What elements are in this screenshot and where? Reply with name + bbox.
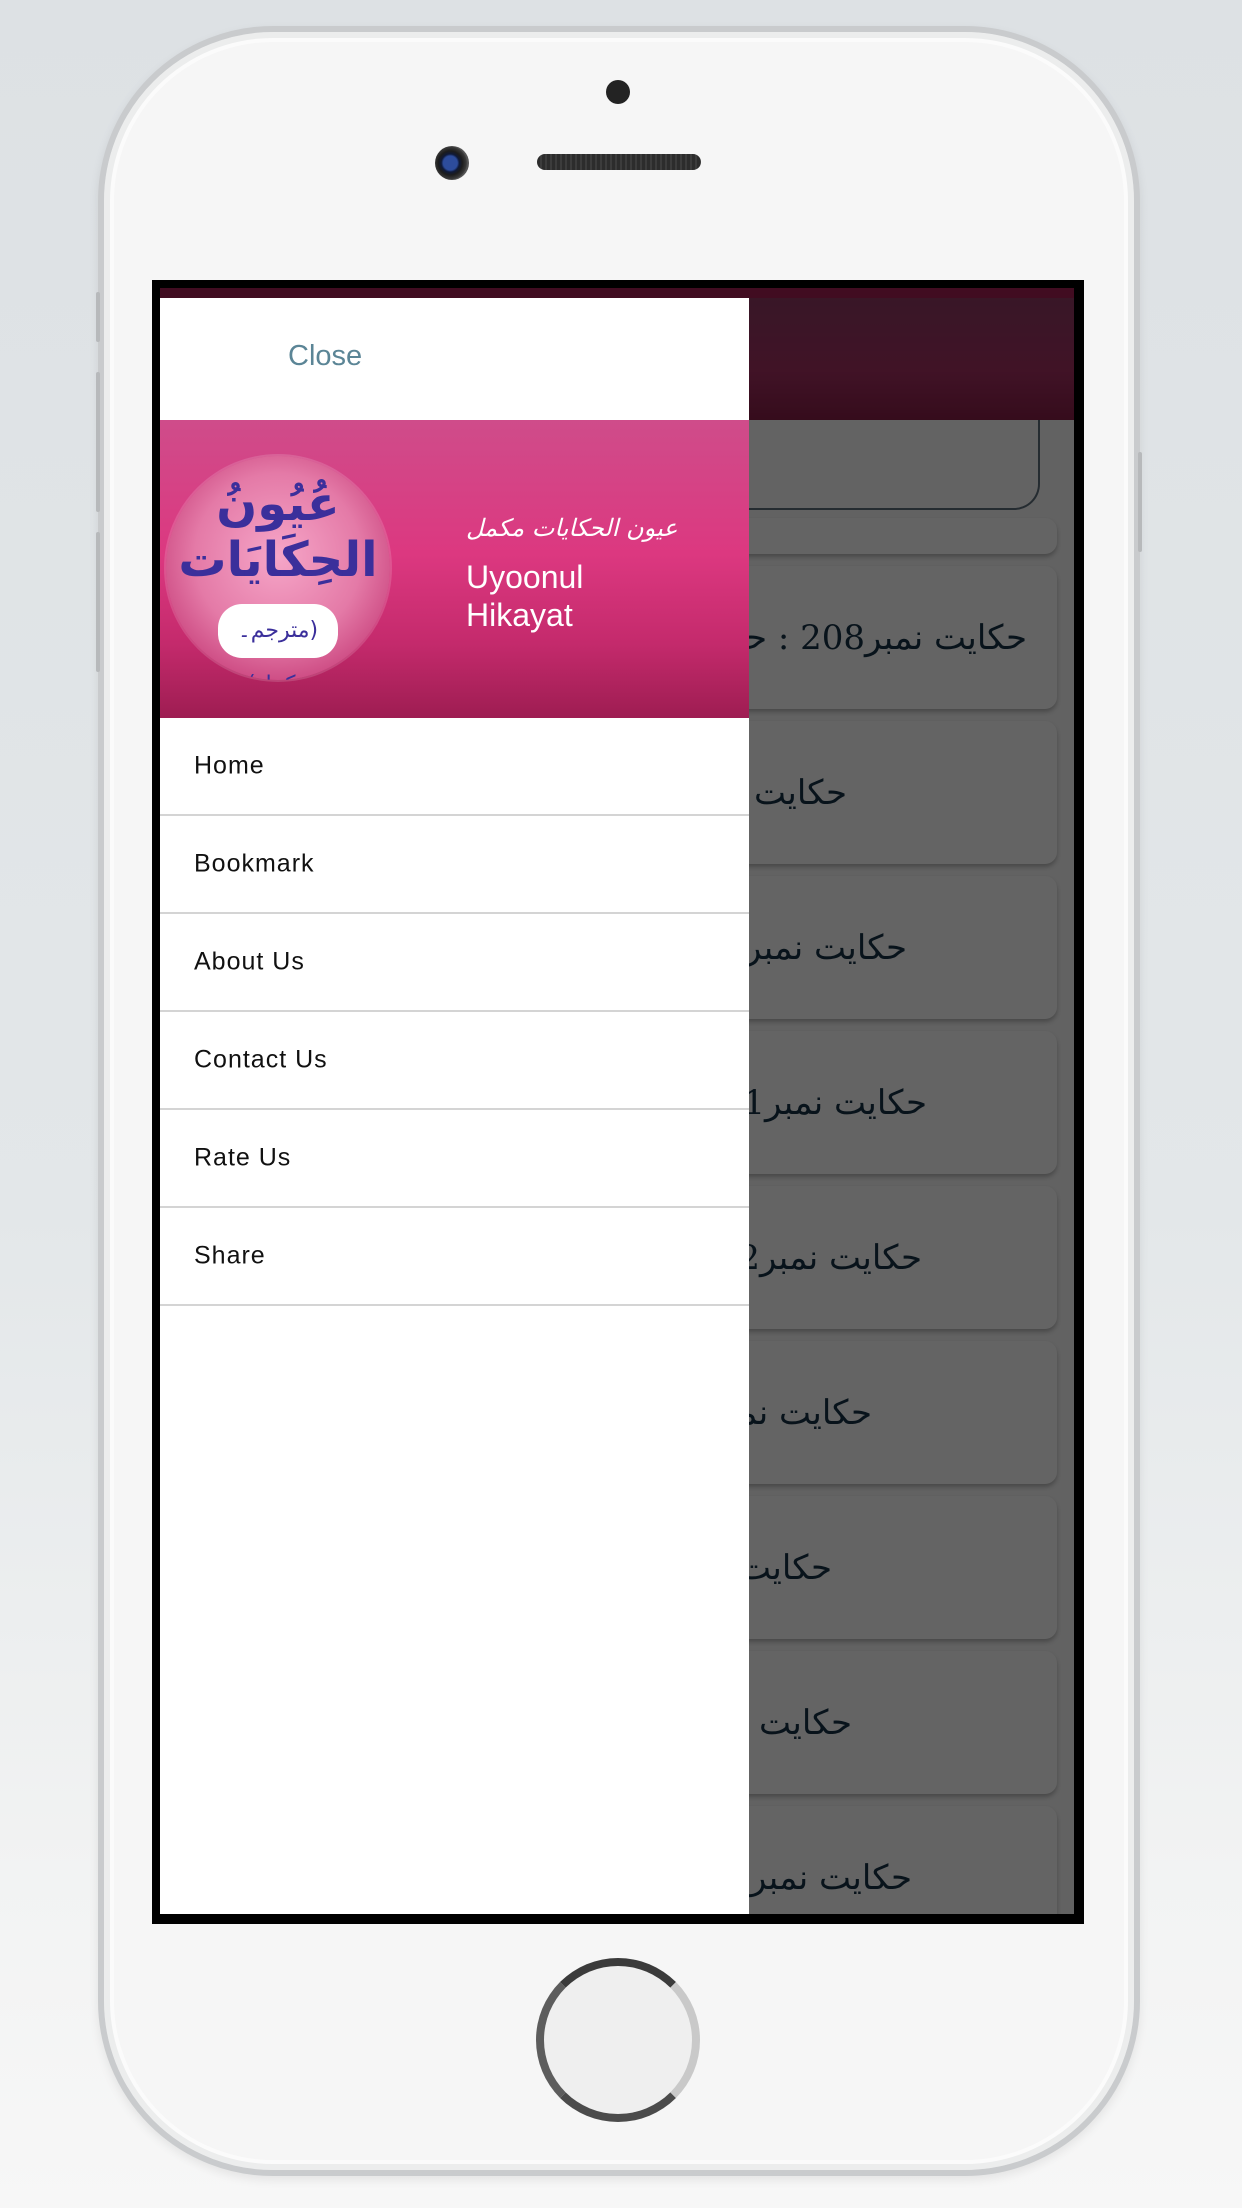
earpiece-speaker — [537, 154, 701, 170]
menu-item-label: About Us — [194, 947, 305, 976]
volume-down-button — [96, 372, 100, 512]
logo-badge: (مترجم۔مکمل) — [218, 604, 338, 680]
menu-item-label: Contact Us — [194, 1045, 328, 1074]
app-name-line2: Hikayat — [466, 597, 573, 633]
side-drawer: Close عُیُونُ الحِکَایَات (مترجم۔مکمل) ع… — [160, 298, 749, 1914]
menu-item-label: Home — [194, 751, 265, 780]
app-name-line1: Uyoonul — [466, 559, 584, 595]
drawer-menu: Home Bookmark About Us Contact Us Rate U… — [160, 718, 749, 1306]
logo-title-line1: عُیُونُ — [216, 476, 340, 532]
app-screen: حکایت نمبر208 : حضرت حکایت نمبر209 حکایت… — [160, 288, 1074, 1914]
menu-item-about-us[interactable]: About Us — [160, 914, 749, 1012]
app-name-urdu: عیون الحکایات مکمل — [466, 514, 678, 542]
menu-item-contact-us[interactable]: Contact Us — [160, 1012, 749, 1110]
app-logo: عُیُونُ الحِکَایَات (مترجم۔مکمل) — [166, 456, 390, 680]
menu-item-home[interactable]: Home — [160, 718, 749, 816]
menu-item-label: Bookmark — [194, 849, 315, 878]
volume-up-button — [96, 292, 100, 342]
close-button[interactable]: Close — [288, 340, 362, 373]
home-button[interactable] — [536, 1958, 700, 2122]
menu-item-label: Rate Us — [194, 1143, 292, 1172]
drawer-header: عُیُونُ الحِکَایَات (مترجم۔مکمل) عیون ال… — [160, 420, 749, 718]
mute-switch — [96, 532, 100, 672]
logo-title-line2: الحِکَایَات — [178, 532, 378, 588]
front-camera-icon — [435, 146, 469, 180]
drawer-close-row: Close — [160, 298, 749, 420]
menu-item-label: Share — [194, 1241, 266, 1270]
proximity-sensor — [606, 80, 630, 104]
menu-item-rate-us[interactable]: Rate Us — [160, 1110, 749, 1208]
menu-item-share[interactable]: Share — [160, 1208, 749, 1306]
menu-item-bookmark[interactable]: Bookmark — [160, 816, 749, 914]
power-button — [1138, 452, 1142, 552]
app-name: Uyoonul Hikayat — [466, 558, 583, 634]
